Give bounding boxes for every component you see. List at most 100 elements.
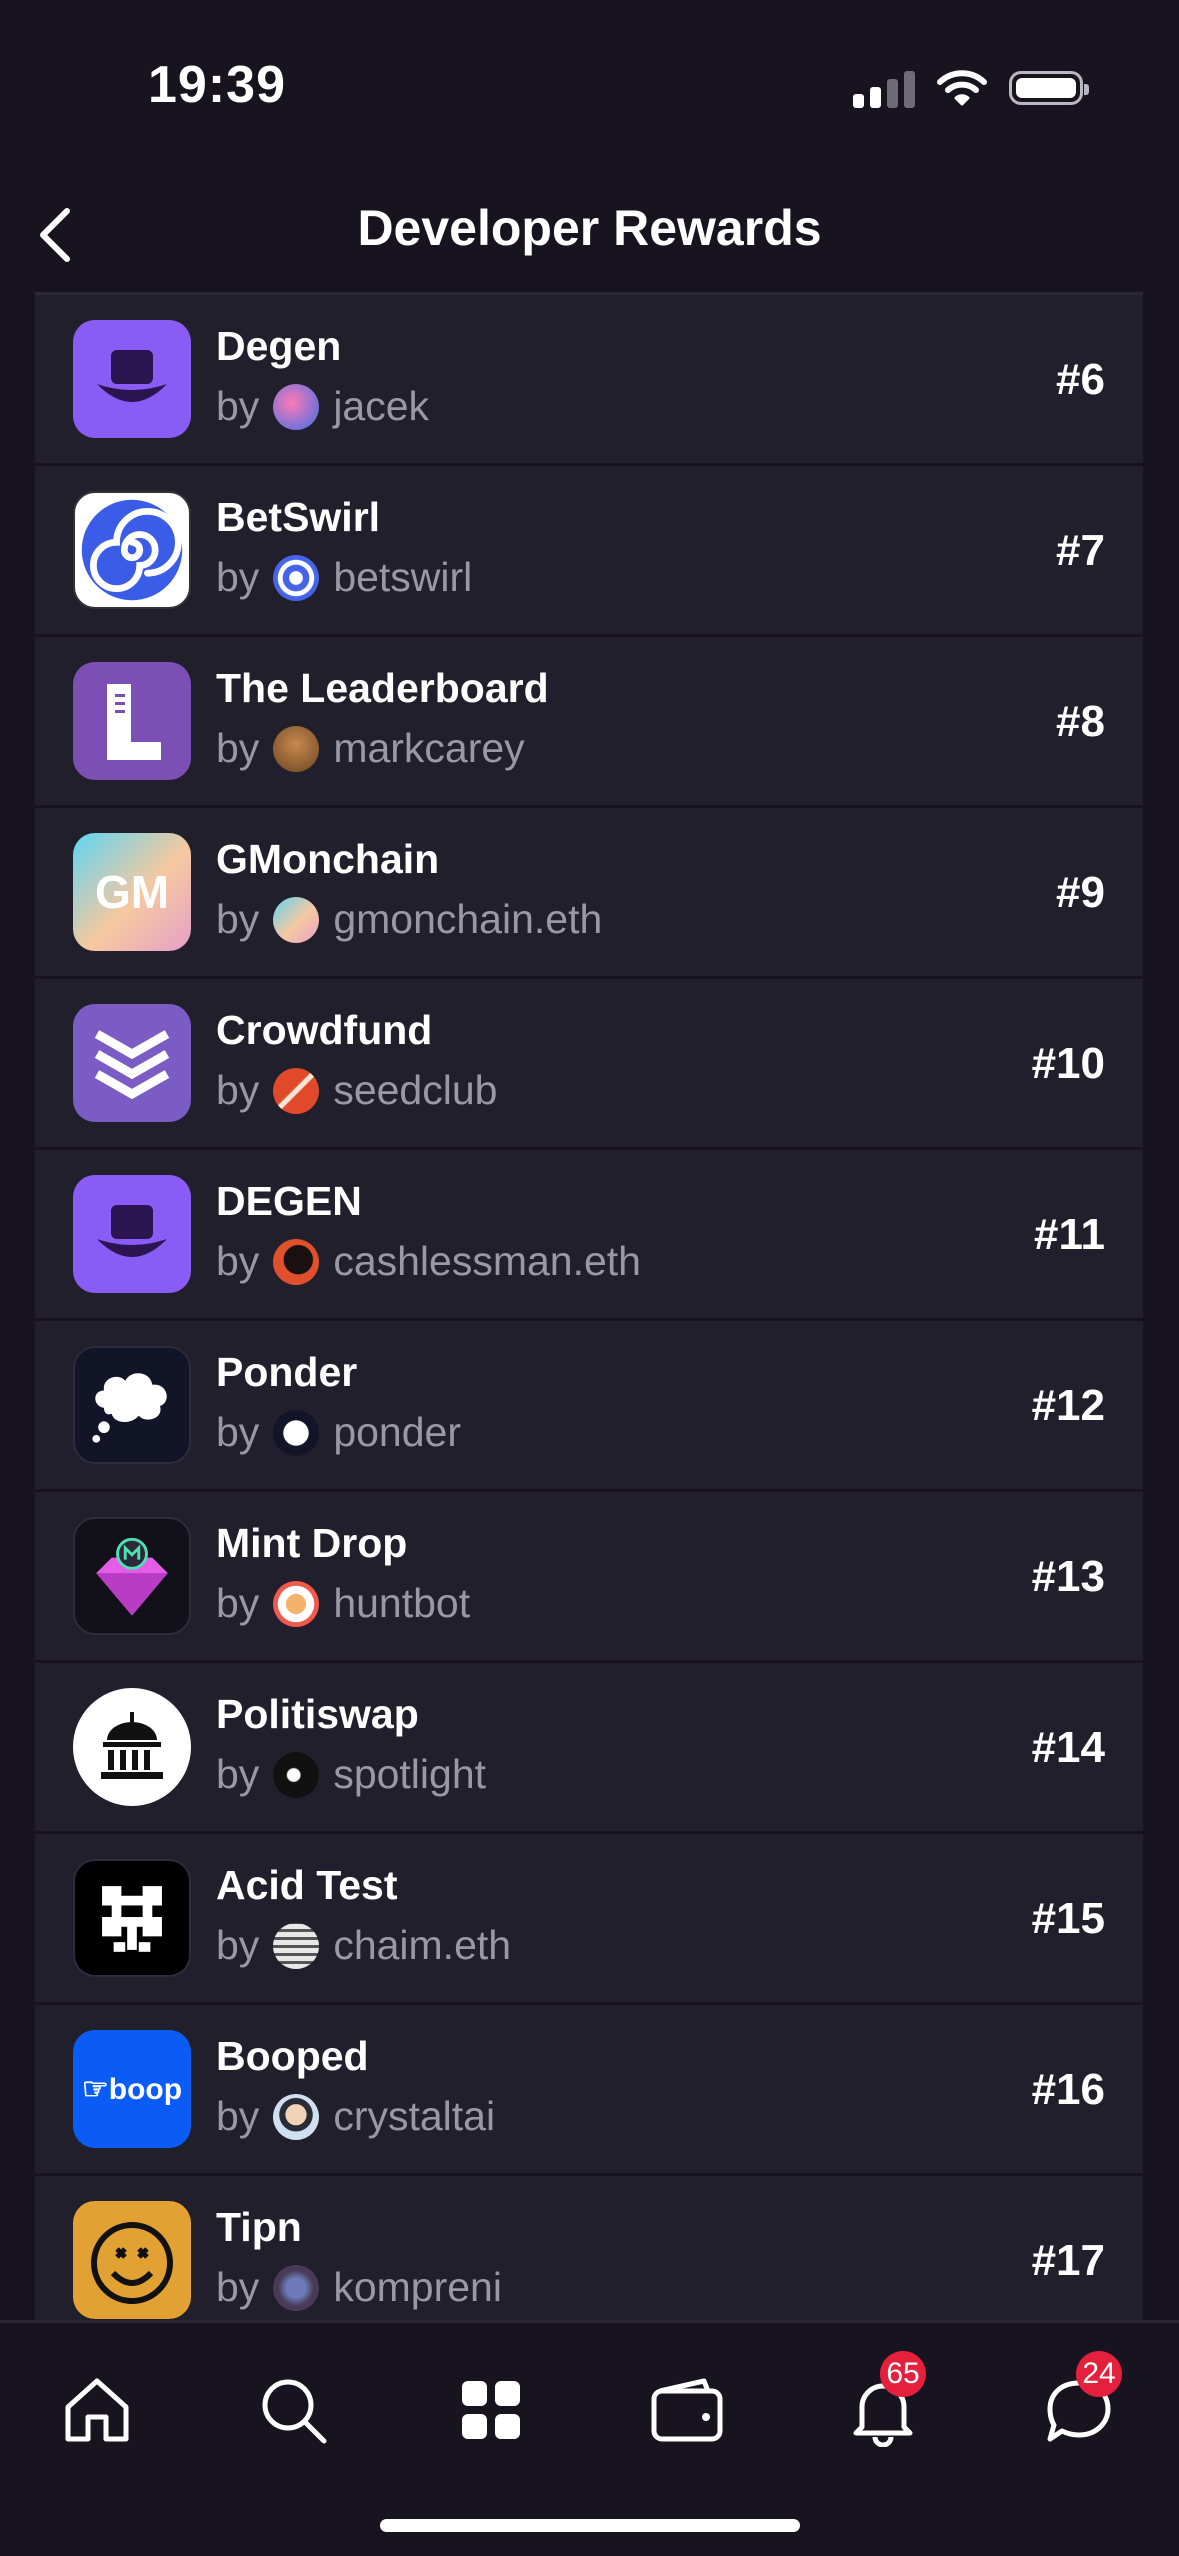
tab-wallet[interactable] [642, 2365, 732, 2455]
home-icon [65, 2378, 129, 2442]
wallet-icon [651, 2378, 723, 2442]
degen-hat-icon [73, 320, 191, 438]
wifi-icon [937, 70, 987, 106]
rank-badge: #13 [1031, 1552, 1105, 1601]
list-item-ponder[interactable]: Ponder by ponder #12 [35, 1321, 1143, 1492]
byline: by cashlessman.eth [216, 1238, 641, 1285]
author-name[interactable]: huntbot [333, 1580, 470, 1627]
rank-badge: #8 [1056, 697, 1105, 746]
rank-badge: #9 [1056, 868, 1105, 917]
rank-badge: #6 [1056, 355, 1105, 404]
app-name: Ponder [216, 1349, 358, 1395]
author-name[interactable]: chaim.eth [333, 1922, 511, 1969]
app-name: Politiswap [216, 1691, 419, 1737]
tab-apps[interactable] [446, 2365, 536, 2455]
byline: by huntbot [216, 1580, 471, 1627]
author-name[interactable]: ponder [333, 1409, 461, 1456]
huntbot-avatar[interactable] [273, 1580, 320, 1627]
rank-badge: #17 [1031, 2236, 1105, 2285]
rank-badge: #14 [1031, 1723, 1105, 1772]
list-item-gmonchain[interactable]: GM GMonchain by gmonchain.eth #9 [35, 808, 1143, 979]
app-name: Tipn [216, 2204, 302, 2250]
nav-header: Developer Rewards [0, 175, 1179, 295]
list-item-degen-2[interactable]: DEGEN by cashlessman.eth #11 [35, 1150, 1143, 1321]
battery-icon [1009, 71, 1089, 105]
list-item-mint-drop[interactable]: Mint Drop by huntbot #13 [35, 1492, 1143, 1663]
tipn-smiley-icon [73, 2201, 191, 2319]
author-name[interactable]: markcarey [333, 725, 524, 772]
author-name[interactable]: jacek [333, 383, 429, 430]
app-name: Acid Test [216, 1862, 398, 1908]
crystaltai-avatar[interactable] [273, 2093, 320, 2140]
tab-home[interactable] [52, 2365, 142, 2455]
list-item-crowdfund[interactable]: Crowdfund by seedclub #10 [35, 979, 1143, 1150]
messages-badge: 24 [1076, 2351, 1122, 2397]
author-name[interactable]: cashlessman.eth [333, 1238, 641, 1285]
list-item-the-leaderboard[interactable]: The Leaderboard by markcarey #8 [35, 637, 1143, 808]
author-name[interactable]: kompreni [333, 2264, 502, 2311]
ponder-avatar[interactable] [273, 1409, 320, 1456]
rank-badge: #15 [1031, 1894, 1105, 1943]
rank-badge: #11 [1034, 1210, 1105, 1259]
gmonchain-avatar[interactable] [273, 896, 320, 943]
author-name[interactable]: spotlight [333, 1751, 486, 1798]
rank-badge: #16 [1031, 2065, 1105, 2114]
betswirl-avatar[interactable] [273, 554, 320, 601]
status-icons [853, 64, 1089, 112]
app-name: The Leaderboard [216, 665, 549, 711]
gmonchain-icon: GM [73, 833, 191, 951]
jacek-avatar[interactable] [273, 383, 320, 430]
developer-rewards-list[interactable]: Degen by jacek #6 BetSwirl by betswirl #… [35, 295, 1143, 2320]
byline: by gmonchain.eth [216, 896, 603, 943]
seedclub-avatar[interactable] [273, 1067, 320, 1114]
list-item-betswirl[interactable]: BetSwirl by betswirl #7 [35, 466, 1143, 637]
rank-badge: #7 [1056, 526, 1105, 575]
page-title: Developer Rewards [357, 200, 822, 256]
booped-icon: ☞boop [73, 2030, 191, 2148]
app-name: GMonchain [216, 836, 440, 882]
cellular-signal-icon [853, 68, 915, 108]
tab-notifications[interactable]: 65 [838, 2351, 928, 2455]
crowdfund-chevrons-icon [73, 1004, 191, 1122]
leaderboard-l-icon [73, 662, 191, 780]
author-name[interactable]: gmonchain.eth [333, 896, 602, 943]
politiswap-capitol-icon [73, 1688, 191, 1806]
list-item-degen[interactable]: Degen by jacek #6 [35, 295, 1143, 466]
apps-grid-icon [462, 2381, 520, 2439]
rank-badge: #12 [1031, 1381, 1105, 1430]
cashlessman-avatar[interactable] [273, 1238, 320, 1285]
author-name[interactable]: seedclub [333, 1067, 497, 1114]
app-name: Crowdfund [216, 1007, 433, 1053]
rank-badge: #10 [1031, 1039, 1105, 1088]
app-name: Mint Drop [216, 1520, 408, 1566]
byline: by ponder [216, 1409, 461, 1456]
acid-test-icon [73, 1859, 191, 1977]
tab-messages[interactable]: 24 [1034, 2351, 1124, 2455]
tab-search[interactable] [248, 2365, 338, 2455]
byline: by betswirl [216, 554, 473, 601]
list-item-acid-test[interactable]: Acid Test by chaim.eth #15 [35, 1834, 1143, 2005]
list-item-booped[interactable]: ☞boop Booped by crystaltai #16 [35, 2005, 1143, 2176]
search-icon [262, 2379, 327, 2444]
status-bar: 19:39 [0, 0, 1179, 175]
author-name[interactable]: betswirl [333, 554, 472, 601]
list-item-tipn[interactable]: Tipn by kompreni #17 [35, 2176, 1143, 2320]
home-indicator[interactable] [380, 2519, 800, 2532]
list-item-politiswap[interactable]: Politiswap by spotlight #14 [35, 1663, 1143, 1834]
notifications-badge: 65 [880, 2351, 926, 2397]
app-name: Booped [216, 2033, 369, 2079]
app-name: DEGEN [216, 1178, 362, 1224]
kompreni-avatar[interactable] [273, 2264, 320, 2311]
mint-drop-gem-icon [73, 1517, 191, 1635]
chaim-avatar[interactable] [273, 1922, 320, 1969]
app-name: Degen [216, 323, 342, 369]
degen-hat-icon [73, 1175, 191, 1293]
markcarey-avatar[interactable] [273, 725, 320, 772]
author-name[interactable]: crystaltai [333, 2093, 495, 2140]
byline: by jacek [216, 383, 430, 430]
byline: by markcarey [216, 725, 525, 772]
byline: by spotlight [216, 1751, 487, 1798]
app-name: BetSwirl [216, 494, 381, 540]
betswirl-swirl-icon [73, 491, 191, 609]
spotlight-avatar[interactable] [273, 1751, 320, 1798]
